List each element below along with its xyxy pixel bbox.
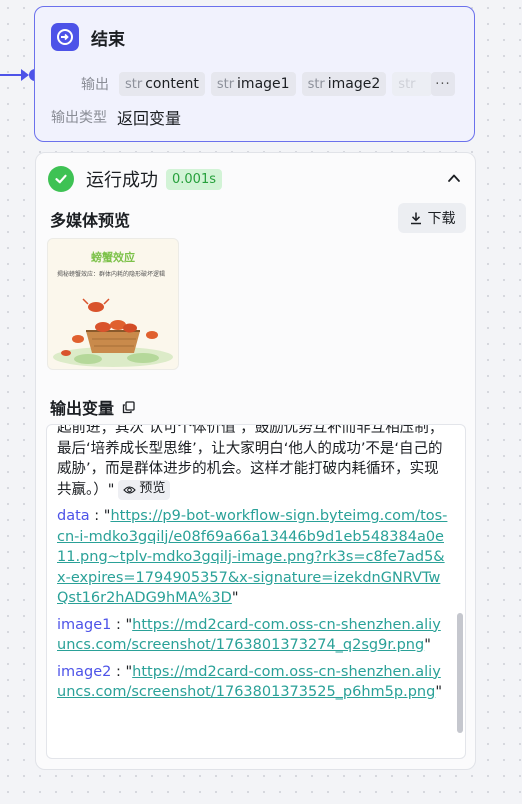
var-quote: " <box>231 590 239 606</box>
var-key: data <box>57 508 90 524</box>
download-label: 下载 <box>427 211 456 227</box>
output-type: str <box>307 76 325 92</box>
var-key: image1 <box>57 616 112 633</box>
preview-label: 预览 <box>139 481 166 497</box>
output-tag-overflow: str <box>392 72 433 96</box>
download-button[interactable]: 下载 <box>398 203 466 233</box>
copy-icon[interactable] <box>122 400 135 414</box>
more-outputs-button[interactable]: ··· <box>431 72 455 96</box>
output-row: 输出 str content str image1 str image2 str <box>81 71 438 97</box>
output-name: image2 <box>327 76 381 92</box>
var-link[interactable]: https://p9-bot-workflow-sign.byteimg.com… <box>57 508 447 606</box>
eye-icon <box>123 485 137 494</box>
var-item-image1: image1 : "https://md2card-com.oss-cn-she… <box>57 615 449 656</box>
output-type-label: 输出类型 <box>51 110 107 126</box>
output-type: str <box>125 76 143 92</box>
var-quote: " <box>424 637 431 653</box>
var-separator: : " <box>89 508 111 524</box>
output-name: content <box>145 76 199 92</box>
var-item-image2: image2 : "https://md2card-com.oss-cn-she… <box>57 662 449 703</box>
scrollbar[interactable] <box>457 613 463 733</box>
output-tag-image2[interactable]: str image2 <box>301 72 387 96</box>
output-type: str <box>398 76 416 92</box>
output-name: image1 <box>237 76 290 92</box>
end-node-icon <box>51 23 79 51</box>
media-thumbnail[interactable]: 螃蟹效应 揭秘螃蟹效应：群体内耗的隐形破坏逻辑 <box>47 238 179 370</box>
end-node-header: 结束 <box>51 23 125 51</box>
output-variables-title: 输出变量 <box>50 395 135 419</box>
preview-button[interactable]: 预览 <box>118 479 171 500</box>
thumbnail-subtitle: 揭秘螃蟹效应：群体内耗的隐形破坏逻辑 <box>57 271 166 278</box>
connector-arrow-icon <box>21 69 29 81</box>
media-preview-title: 多媒体预览 <box>50 211 131 230</box>
thumbnail-title: 螃蟹效应 <box>91 251 135 264</box>
chevron-up-icon[interactable] <box>447 171 461 185</box>
crab-basket-illustration <box>53 298 173 367</box>
output-type: str <box>216 76 235 92</box>
content-value: 起前进；其次‘认可个体价值’，鼓励优势互补而非互相压制；最后‘培养成长型思维’，… <box>57 424 449 500</box>
success-check-icon <box>48 166 74 192</box>
elapsed-time-badge: 0.001s <box>166 168 222 190</box>
output-variables-box[interactable]: 起前进；其次‘认可个体价值’，鼓励优势互补而非互相压制；最后‘培养成长型思维’，… <box>46 424 466 759</box>
run-status-header: 运行成功 0.001s <box>48 166 222 192</box>
var-separator: : " <box>111 663 133 680</box>
output-tag-image1[interactable]: str image1 <box>210 72 296 96</box>
download-icon <box>410 212 421 225</box>
var-quote: " <box>435 684 442 700</box>
var-key: image2 <box>57 663 112 680</box>
run-result-panel: 运行成功 0.001s 多媒体预览 下载 螃蟹效应 揭秘螃蟹效应：群体内耗的隐形… <box>35 152 476 770</box>
output-label: 输出 <box>81 77 109 93</box>
output-type-row: 输出类型 返回变量 <box>51 105 181 129</box>
var-item-data: data : "https://p9-bot-workflow-sign.byt… <box>57 506 449 609</box>
end-node-card[interactable]: 结束 输出 str content str image1 str image2 … <box>34 6 475 142</box>
var-separator: : " <box>111 616 133 633</box>
output-type-value[interactable]: 返回变量 <box>117 105 181 129</box>
output-variables-label: 输出变量 <box>50 399 115 418</box>
run-status-title: 运行成功 <box>86 170 158 191</box>
content-text: 起前进；其次‘认可个体价值’，鼓励优势互补而非互相压制；最后‘培养成长型思维’，… <box>57 424 444 498</box>
end-node-title: 结束 <box>91 29 125 50</box>
output-tag-content[interactable]: str content <box>119 72 205 96</box>
